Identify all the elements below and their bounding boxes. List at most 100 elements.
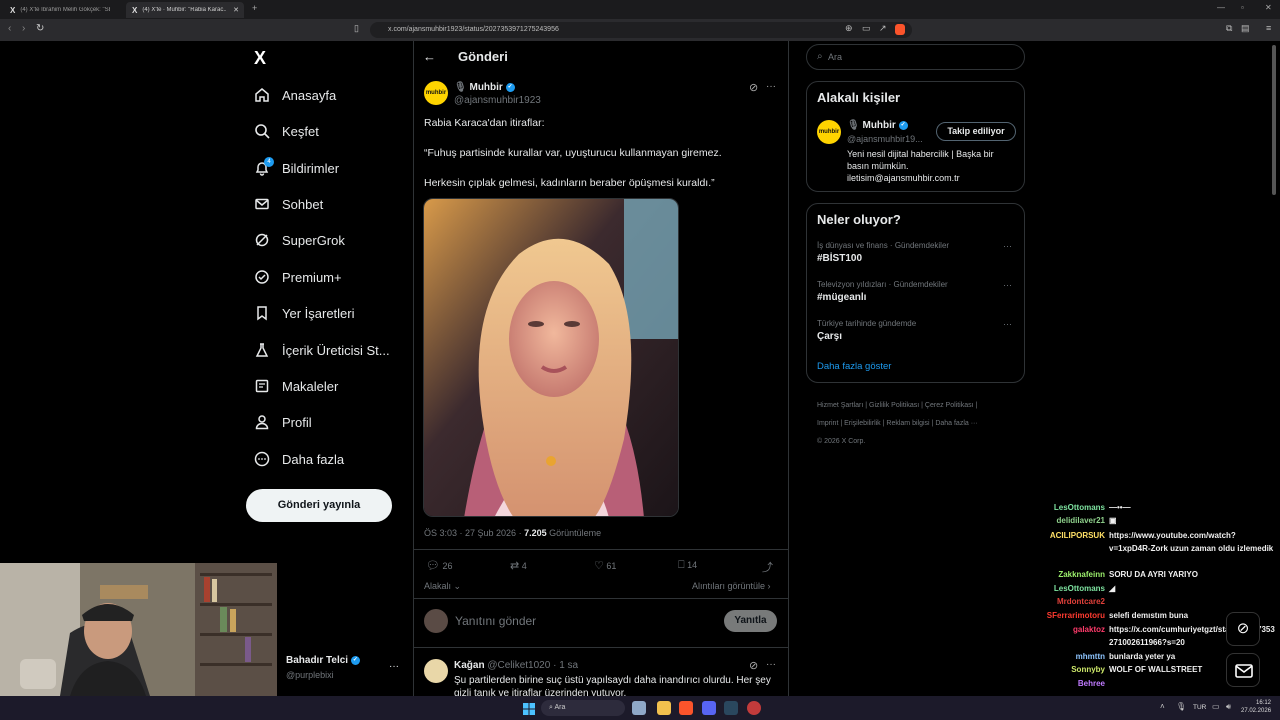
brave-browser-icon[interactable] <box>679 701 693 715</box>
trend-more-icon[interactable]: ··· <box>1003 280 1012 290</box>
discord-icon[interactable] <box>702 701 716 715</box>
url-bar[interactable]: x.com/ajansmuhbir1923/status/20273539712… <box>370 22 912 38</box>
trend-item[interactable]: Televizyon yıldızları · Gündemdekiler #m… <box>817 280 948 303</box>
footer-link[interactable]: Hizmet Şartları <box>817 402 863 409</box>
footer-link[interactable]: Imprint <box>817 420 838 427</box>
sidebar-item-notifications[interactable]: 4 Bildirimler <box>253 156 339 180</box>
close-window-icon[interactable]: ✕ <box>1265 3 1272 12</box>
browser-tab-active[interactable]: X (4) X'te ∙ Muhbir: "Rabia Karac... ✕ <box>126 2 244 18</box>
browser-tab[interactable]: X (4) X'te İbrahim Melih Gökçek: "SEZ... <box>4 2 120 18</box>
view-quotes-link[interactable]: Alıntıları görüntüle › <box>692 581 771 591</box>
microphone-icon: 🎙 <box>454 82 467 93</box>
verified-icon <box>253 268 271 286</box>
footer-links: Hizmet Şartları | Gizlilik Politikası | … <box>817 402 978 445</box>
flask-icon <box>253 341 271 359</box>
reply-button[interactable]: 💬︎ 26 <box>426 559 453 572</box>
trend-more-icon[interactable]: ··· <box>1003 241 1012 251</box>
messages-button[interactable] <box>1226 653 1260 687</box>
bookmark-button[interactable]: ⎕ 14 <box>678 559 697 572</box>
footer-link[interactable]: Reklam bilgisi <box>886 420 929 427</box>
author-handle[interactable]: @ajansmuhbir1923 <box>454 95 541 106</box>
minimize-icon[interactable]: — <box>1217 3 1225 12</box>
brave-shield-icon[interactable] <box>895 24 905 35</box>
related-dropdown[interactable]: Alakalı ⌄ <box>424 581 461 592</box>
scrollbar[interactable] <box>1272 45 1276 195</box>
sidebar-icon[interactable]: ▤ <box>1241 23 1250 34</box>
account-more-icon[interactable]: ··· <box>389 661 399 672</box>
zoom-icon[interactable]: ⊕ <box>845 23 853 34</box>
post-more-icon[interactable]: ··· <box>766 81 776 92</box>
repost-button[interactable]: ⇄ 4 <box>510 559 527 572</box>
grok-icon[interactable]: ⊘ <box>749 659 758 672</box>
sidebar-item-creator-studio[interactable]: İçerik Üreticisi St... <box>253 338 390 362</box>
reply-author[interactable]: Kağan @Celiket1020 · 1 sa <box>454 660 578 671</box>
x-page: X Anasayfa Keşfet 4 Bildirimler Sohbet S… <box>0 41 1280 699</box>
tray-chevron-icon[interactable]: ˄ <box>1160 702 1165 711</box>
footer-link[interactable]: Daha fazla ··· <box>935 420 977 427</box>
steam-icon[interactable] <box>724 701 738 715</box>
forward-arrow-icon[interactable]: › <box>22 23 25 34</box>
sidebar-item-explore[interactable]: Keşfet <box>253 119 319 143</box>
taskbar-clock[interactable]: 16:12 27.02.2026 <box>1241 699 1271 715</box>
avatar[interactable]: muhbir <box>817 120 841 144</box>
sidebar-item-premium[interactable]: Premium+ <box>253 265 342 289</box>
trend-more-icon[interactable]: ··· <box>1003 319 1012 329</box>
author-name[interactable]: 🎙 Muhbir ✓ <box>454 82 515 93</box>
sidebar-item-home[interactable]: Anasayfa <box>253 83 336 107</box>
footer-link[interactable]: Erişilebilirlik <box>844 420 881 427</box>
extensions-icon[interactable]: ⧉ <box>1226 23 1232 34</box>
x-logo[interactable]: X <box>254 48 266 69</box>
taskbar-search[interactable]: ⌕ Ara <box>541 700 625 716</box>
footer-link[interactable]: Çerez Politikası <box>925 402 974 409</box>
trend-item[interactable]: İş dünyası ve finans · Gündemdekiler #Bİ… <box>817 241 949 264</box>
share-icon[interactable]: ⤴ <box>762 559 773 575</box>
maximize-icon[interactable]: ▫ <box>1241 3 1244 12</box>
sidebar-item-articles[interactable]: Makaleler <box>253 374 338 398</box>
windows-taskbar: ⌕ Ara ˄ 🎙 TUR ▭ 🔊︎ 16:12 27.02.2026 <box>0 696 1280 720</box>
grok-icon[interactable]: ⊘ <box>749 81 758 94</box>
grok-icon[interactable]: ⊘ <box>1226 612 1260 646</box>
repost-icon: ⇄ <box>510 560 520 572</box>
folder-icon[interactable] <box>657 701 671 715</box>
language-indicator[interactable]: TUR <box>1193 704 1206 711</box>
following-button[interactable]: Takip ediliyor <box>936 122 1016 141</box>
trend-item[interactable]: Türkiye tarihinde gündemde Çarşı <box>817 319 916 342</box>
new-tab-button[interactable]: + <box>252 3 257 13</box>
back-arrow-icon[interactable]: ← <box>423 49 436 64</box>
post-text: Rabia Karaca'dan itiraflar: “Fuhuş parti… <box>424 117 722 189</box>
account-switcher[interactable]: Bahadır Telci ✓ <box>286 655 360 666</box>
post-button[interactable]: Gönderi yayınla <box>246 489 392 522</box>
windows-start-icon[interactable] <box>523 702 535 715</box>
sidebar-item-profile[interactable]: Profil <box>253 410 312 434</box>
sidebar-item-chat[interactable]: Sohbet <box>253 192 323 216</box>
show-more-link[interactable]: Daha fazla göster <box>817 361 891 372</box>
share-icon[interactable]: ↗ <box>879 23 887 34</box>
search-input[interactable]: ⌕ Ara <box>806 44 1025 70</box>
reply-submit-button[interactable]: Yanıtla <box>724 610 777 632</box>
bookmark-page-icon[interactable]: ▯ <box>354 23 359 34</box>
reply-input[interactable]: Yanıtını gönder <box>455 614 536 628</box>
divider <box>413 549 788 550</box>
back-arrow-icon[interactable]: ‹ <box>8 23 11 34</box>
widgets-icon[interactable] <box>632 701 646 715</box>
volume-icon[interactable]: 🔊︎ <box>1226 702 1231 712</box>
account-name: Bahadır Telci <box>286 655 349 666</box>
like-button[interactable]: ♡ 61 <box>594 559 616 572</box>
network-icon[interactable]: ▭ <box>1212 702 1220 711</box>
post-image[interactable] <box>423 198 679 517</box>
avatar[interactable] <box>424 659 448 683</box>
menu-icon[interactable]: ≡ <box>1266 23 1271 33</box>
microphone-icon[interactable]: 🎙 <box>1176 702 1186 711</box>
close-tab-icon[interactable]: ✕ <box>233 6 239 14</box>
avatar[interactable]: muhbir <box>424 81 448 105</box>
person-name[interactable]: 🎙 Muhbir ✓ <box>847 120 908 131</box>
reply-more-icon[interactable]: ··· <box>766 659 776 670</box>
heart-icon: ♡ <box>594 560 604 572</box>
footer-link[interactable]: Gizlilik Politikası <box>869 402 919 409</box>
cast-icon[interactable]: ▭ <box>862 23 871 34</box>
sidebar-item-bookmarks[interactable]: Yer İşaretleri <box>253 301 355 325</box>
sidebar-item-supergrok[interactable]: SuperGrok <box>253 228 345 252</box>
obs-icon[interactable] <box>747 701 761 715</box>
reload-icon[interactable]: ↻ <box>36 23 44 34</box>
sidebar-item-more[interactable]: Daha fazla <box>253 447 344 471</box>
